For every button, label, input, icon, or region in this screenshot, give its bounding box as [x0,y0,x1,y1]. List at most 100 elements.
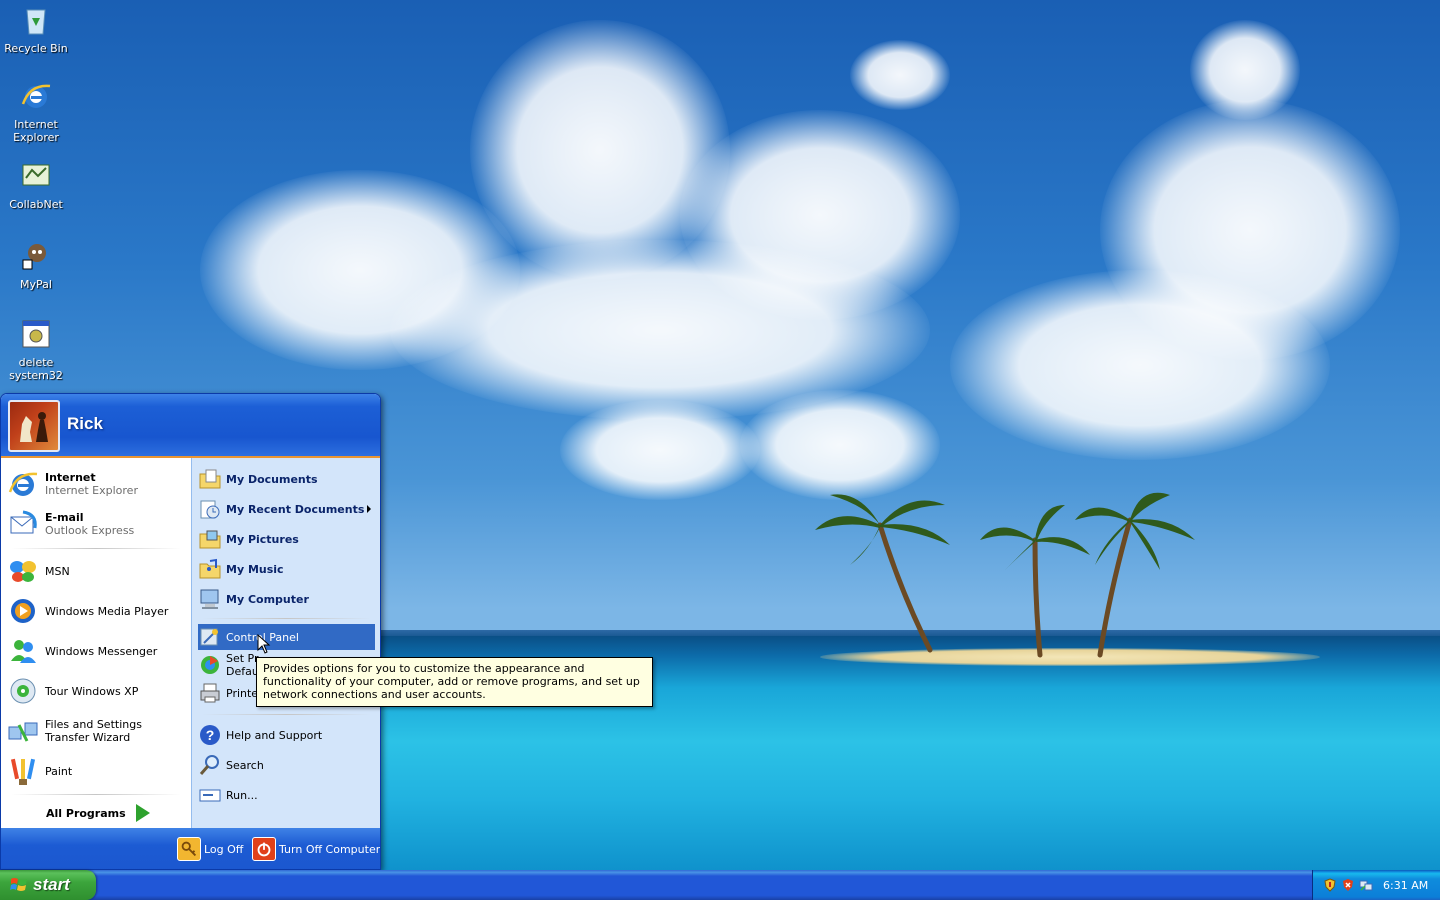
folder-documents-icon [199,469,221,489]
place-label: My Music [226,562,284,576]
desktop-icon-label: CollabNet [9,198,63,211]
start-menu-footer: Log Off Turn Off Computer [1,828,380,869]
chess-pieces-icon [20,412,48,442]
run-icon [199,789,221,802]
recent-msn[interactable]: MSN [7,553,185,589]
outlook-express-icon [10,510,37,534]
svg-text:?: ? [206,727,215,743]
network-icon[interactable] [1359,878,1373,892]
clock[interactable]: 6:31 AM [1383,879,1428,892]
desktop-icon-label: MyPal [20,278,52,291]
computer-icon [200,589,219,609]
settings-label: Set Pr [226,652,259,665]
msn-butterfly-icon [10,561,36,582]
log-off-button[interactable]: Log Off [177,837,243,861]
security-alert-icon[interactable] [1341,878,1355,892]
turn-off-label: Turn Off Computer [279,842,381,856]
paint-icon [10,758,36,785]
separator [11,794,181,795]
desktop-icon-label: Internet Explorer [13,118,59,144]
power-icon [252,837,276,861]
all-programs-button[interactable]: All Programs [46,804,150,822]
start-button[interactable]: start [0,870,96,900]
user-avatar[interactable] [8,400,60,452]
search[interactable]: Search [198,752,375,778]
settings-label: Defau [226,665,259,678]
system-tray: 6:31 AM [1312,870,1440,900]
desktop-icon-collabnet[interactable]: CollabNet [4,160,68,211]
recent-paint[interactable]: Paint [7,753,185,789]
recent-files-settings-transfer[interactable]: Files and Settings Transfer Wizard [7,713,185,749]
messenger-buddies-icon [11,640,36,663]
mouse-cursor-icon [257,634,271,654]
pinned-internet[interactable]: Internet Internet Explorer [7,466,185,502]
separator [202,618,371,619]
pinned-subtitle: Outlook Express [45,524,135,537]
desktop-icon-label: Recycle Bin [4,42,68,55]
pinned-title: Internet [45,471,96,484]
recent-tour-windows-xp[interactable]: Tour Windows XP [7,673,185,709]
recent-label: MSN [45,564,70,578]
start-menu-right-pane: My Documents My Recent Documents My Pict… [191,458,380,828]
log-off-label: Log Off [204,842,244,856]
taskbar: start 6:31 AM [0,870,1440,900]
recent-label: Paint [45,764,73,778]
place-my-computer[interactable]: My Computer [198,586,375,612]
start-menu-left-pane: Internet Internet Explorer E-mail Outloo… [1,458,191,828]
pinned-subtitle: Internet Explorer [45,484,138,497]
folder-music-icon [199,558,221,579]
pinned-email[interactable]: E-mail Outlook Express [7,506,185,542]
security-shield-icon[interactable] [1323,878,1337,892]
start-menu: Rick Internet Internet Explorer E-mail O… [0,393,381,870]
start-label: start [33,875,70,894]
mypal-icon [22,244,46,270]
recent-label: Windows Messenger [45,644,158,658]
cloud [950,270,1330,460]
recent-label: Tour Windows XP [45,684,139,698]
help-icon: ? [200,725,220,745]
batch-file-icon [22,320,50,348]
help-label: Run... [226,788,258,802]
program-defaults-icon [201,656,219,674]
recycle-bin-icon [26,9,46,35]
place-my-music[interactable]: My Music [198,556,375,582]
all-programs-label: All Programs [46,806,126,820]
submenu-arrow-icon [367,505,371,513]
turn-off-computer-button[interactable]: Turn Off Computer [252,837,380,861]
search-icon [199,755,219,775]
help-and-support[interactable]: ? Help and Support [198,722,375,748]
user-name: Rick [67,414,103,433]
palm-trees [815,492,1195,658]
desktop-icon-recycle-bin[interactable]: Recycle Bin [4,4,68,55]
collabnet-icon [22,164,50,186]
cloud [560,400,760,500]
printer-icon [200,683,220,703]
place-my-documents[interactable]: My Documents [198,466,375,492]
recent-windows-messenger[interactable]: Windows Messenger [7,633,185,669]
help-label: Search [226,758,264,772]
separator [11,548,181,549]
key-icon [177,837,201,861]
place-label: My Pictures [226,532,299,546]
tour-icon [10,678,36,704]
run[interactable]: Run... [198,782,375,808]
place-label: My Documents [226,472,318,486]
control-panel-tooltip: Provides options for you to customize th… [256,657,653,707]
desktop-icon-mypal[interactable]: MyPal [4,240,68,291]
place-label: My Recent Documents [226,502,365,516]
folder-pictures-icon [199,530,221,549]
green-arrow-icon [135,804,150,822]
desktop-icon-delete-system32[interactable]: delete system32 [4,318,68,382]
media-player-icon [11,599,35,623]
pinned-title: E-mail [45,511,84,524]
place-my-recent-documents[interactable]: My Recent Documents [198,496,375,522]
windows-logo-icon [10,878,27,891]
desktop-icon-internet-explorer[interactable]: Internet Explorer [4,80,68,144]
desktop-icon-label: delete system32 [9,356,63,382]
recent-windows-media-player[interactable]: Windows Media Player [7,593,185,629]
transfer-wizard-icon [8,722,38,742]
settings-control-panel[interactable]: Control Panel [198,624,375,650]
separator [202,714,371,715]
cloud [1190,20,1300,120]
place-my-pictures[interactable]: My Pictures [198,526,375,552]
